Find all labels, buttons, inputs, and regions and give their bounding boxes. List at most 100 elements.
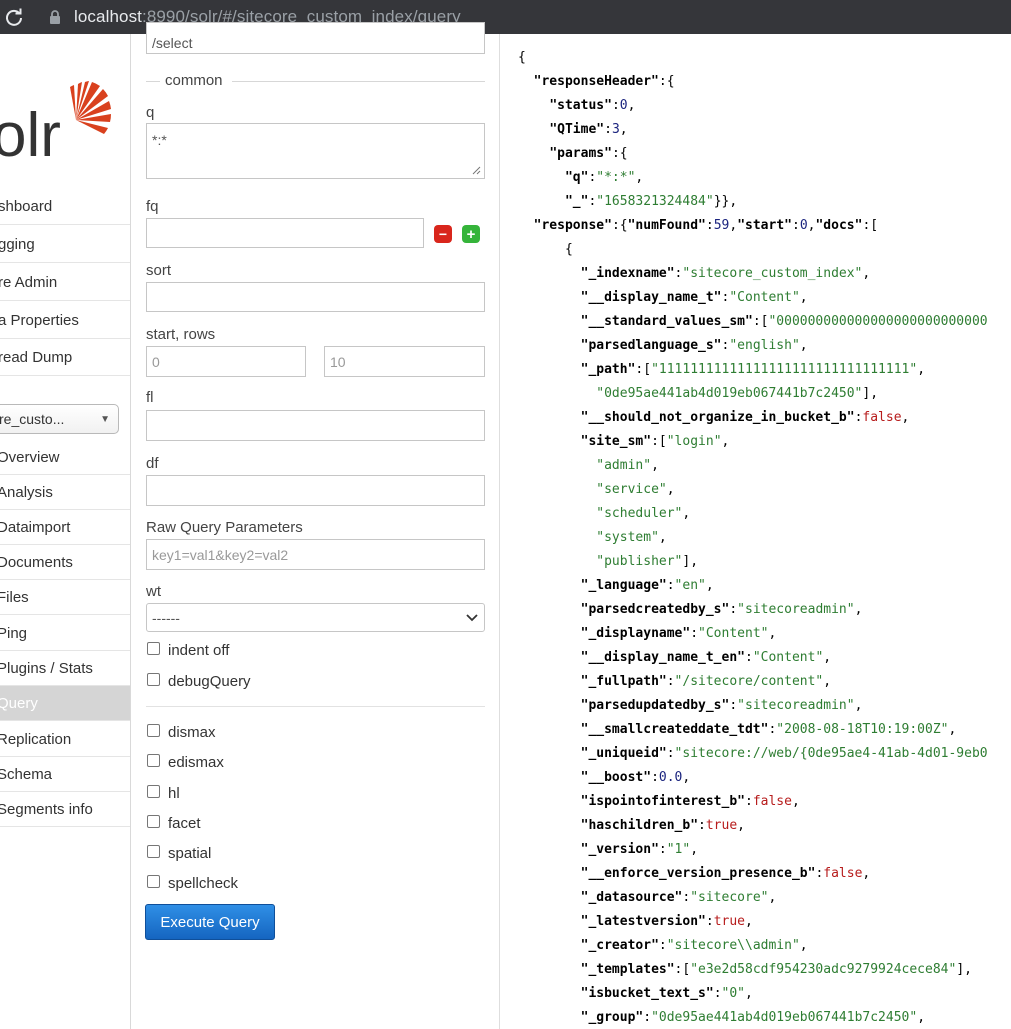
json-token: true: [713, 914, 745, 929]
solr-sidebar: olr shboard gging re Admin a Properties …: [0, 34, 131, 1029]
json-token: "q": [564, 170, 589, 185]
remove-fq-button[interactable]: −: [434, 225, 452, 243]
json-line: "params":{: [518, 142, 988, 166]
reload-icon[interactable]: [0, 3, 28, 31]
nav-java-properties[interactable]: a Properties: [0, 303, 130, 339]
core-nav-schema[interactable]: Schema: [0, 757, 130, 792]
sort-label: sort: [146, 262, 172, 279]
edismax-label: edismax: [168, 754, 224, 771]
json-token: "11111111111111111111111111111111": [651, 362, 918, 377]
indent-checkbox[interactable]: [147, 642, 160, 655]
start-input[interactable]: 0: [146, 346, 306, 377]
nav-thread-dump[interactable]: read Dump: [0, 340, 130, 376]
json-token: ,: [948, 722, 957, 737]
nav-logging[interactable]: gging: [0, 227, 130, 263]
hl-label: hl: [168, 785, 180, 802]
json-token: :: [705, 218, 714, 233]
add-fq-button[interactable]: +: [462, 225, 480, 243]
json-token: "_path": [580, 362, 636, 377]
spellcheck-label: spellcheck: [168, 875, 239, 892]
core-nav-label: Plugins / Stats: [0, 659, 93, 677]
request-handler-input[interactable]: /select: [146, 22, 485, 54]
fl-input[interactable]: [146, 410, 485, 441]
core-nav-analysis[interactable]: Analysis: [0, 475, 130, 510]
core-nav-replication[interactable]: Replication: [0, 722, 130, 757]
core-nav-dataimport[interactable]: Dataimport: [0, 510, 130, 545]
debug-query-checkbox[interactable]: [147, 673, 160, 686]
json-line: "0de95ae441ab4d019eb067441b7c2450"],: [518, 382, 988, 406]
json-line: "_group":"0de95ae441ab4d019eb067441b7c24…: [518, 1006, 988, 1029]
json-token: :[: [674, 962, 691, 977]
spatial-checkbox[interactable]: [147, 845, 160, 858]
json-line: "isbucket_text_s":"0",: [518, 982, 988, 1006]
json-token: false: [752, 794, 792, 809]
json-line: "_path":["111111111111111111111111111111…: [518, 358, 988, 382]
core-nav-query[interactable]: Query: [0, 686, 130, 721]
solr-logo[interactable]: olr: [0, 74, 112, 170]
json-token: :: [729, 698, 738, 713]
json-token: "isbucket_text_s": [580, 986, 714, 1001]
json-token: "QTime": [549, 122, 605, 137]
df-input[interactable]: [146, 475, 485, 506]
json-token: 0.0: [658, 770, 683, 785]
hl-checkbox[interactable]: [147, 785, 160, 798]
q-textarea[interactable]: *:*: [146, 123, 485, 179]
nav-core-admin[interactable]: re Admin: [0, 265, 130, 301]
core-nav-documents[interactable]: Documents: [0, 545, 130, 580]
json-token: ,: [768, 890, 777, 905]
wt-select[interactable]: ------: [146, 603, 485, 632]
chevron-down-icon: ▼: [100, 414, 110, 425]
json-token: "_latestversion": [580, 914, 706, 929]
execute-query-button[interactable]: Execute Query: [145, 904, 275, 940]
json-token: :: [658, 842, 667, 857]
raw-query-input[interactable]: key1=val1&key2=val2: [146, 539, 485, 570]
common-legend: common: [165, 72, 223, 89]
rows-input[interactable]: 10: [324, 346, 485, 377]
edismax-checkbox[interactable]: [147, 754, 160, 767]
json-token: "_indexname": [580, 266, 675, 281]
core-nav-ping[interactable]: Ping: [0, 616, 130, 651]
json-token: ,: [729, 218, 738, 233]
core-nav-plugins-stats[interactable]: Plugins / Stats: [0, 651, 130, 686]
json-token: "__should_not_organize_in_bucket_b": [580, 410, 855, 425]
json-token: :[: [635, 362, 652, 377]
json-token: "__smallcreateddate_tdt": [580, 722, 769, 737]
fq-input[interactable]: [146, 218, 424, 248]
json-line: "parsedlanguage_s":"english",: [518, 334, 988, 358]
json-token: ,: [823, 674, 832, 689]
core-selector[interactable]: re_custo... ▼: [0, 404, 119, 434]
dismax-checkbox[interactable]: [147, 724, 160, 737]
json-token: "docs": [815, 218, 863, 233]
spellcheck-checkbox[interactable]: [147, 875, 160, 888]
json-token: ,: [635, 170, 644, 185]
debug-query-label: debugQuery: [168, 673, 251, 690]
raw-query-label: Raw Query Parameters: [146, 519, 303, 536]
nav-label: shboard: [0, 198, 53, 215]
lock-icon[interactable]: [48, 8, 62, 26]
core-nav-segments-info[interactable]: Segments info: [0, 792, 130, 827]
json-token: "000000000000000000000000000: [768, 314, 988, 329]
resize-handle-icon[interactable]: [472, 166, 481, 175]
core-nav-files[interactable]: Files: [0, 580, 130, 615]
json-line: "site_sm":["login",: [518, 430, 988, 454]
json-token: "Content": [698, 626, 769, 641]
json-token: :: [611, 98, 620, 113]
core-nav-overview[interactable]: Overview: [0, 440, 130, 475]
sort-input[interactable]: [146, 282, 485, 312]
nav-dashboard[interactable]: shboard: [0, 189, 130, 225]
facet-checkbox[interactable]: [147, 815, 160, 828]
nav-label: gging: [0, 236, 35, 253]
